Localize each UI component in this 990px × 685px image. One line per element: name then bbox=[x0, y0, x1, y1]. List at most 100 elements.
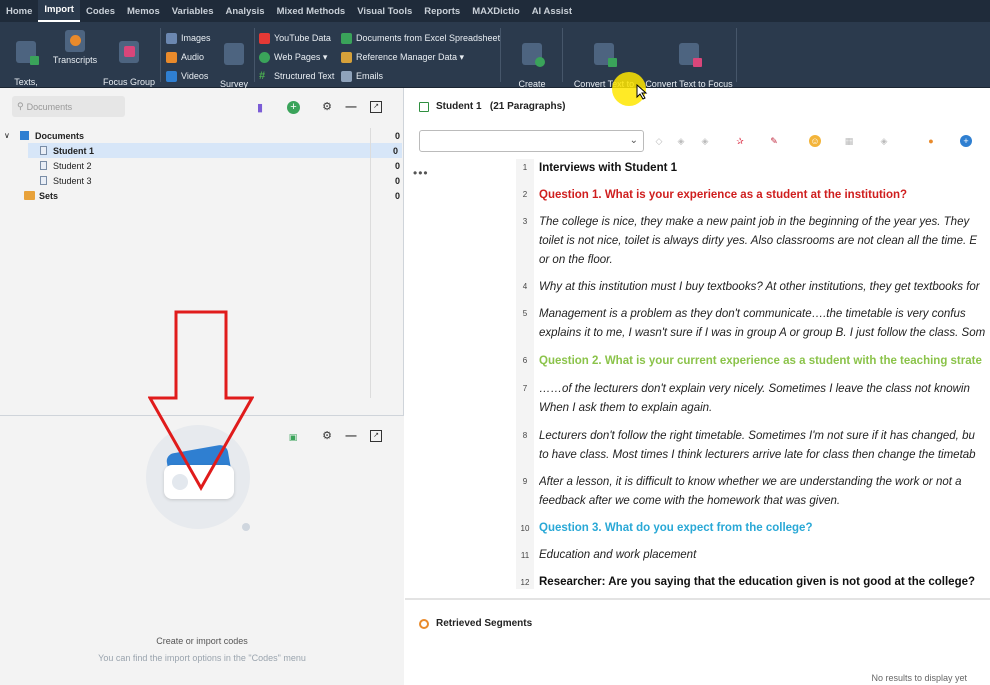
tree-item-student-2[interactable]: Student 2 0 bbox=[0, 158, 404, 173]
paragraph-text[interactable]: When I ask them to explain again. bbox=[539, 399, 990, 418]
code-tool-icon[interactable]: ◈ bbox=[699, 135, 711, 147]
paragraph-text[interactable]: Education and work placement bbox=[539, 546, 990, 565]
paragraph-number: 4 bbox=[522, 282, 528, 291]
paragraph-text[interactable]: Researcher: Are you saying that the educ… bbox=[539, 573, 990, 592]
import-transcripts-label: Transcripts bbox=[52, 55, 98, 65]
paragraph-text[interactable]: or on the floor. bbox=[539, 251, 990, 270]
tree-item-student-1[interactable]: Student 1 0 bbox=[28, 143, 402, 158]
minimize-icon[interactable]: — bbox=[345, 430, 357, 442]
divider bbox=[370, 128, 371, 398]
code-selector-dropdown[interactable]: ⌄ bbox=[419, 130, 644, 152]
tab-mixed-methods[interactable]: Mixed Methods bbox=[271, 0, 352, 22]
import-web-pages-button[interactable]: Web Pages ▾ bbox=[259, 48, 327, 66]
paragraph-number: 8 bbox=[522, 431, 528, 440]
add-memo-icon[interactable]: + bbox=[960, 135, 972, 147]
code-tool-icon[interactable]: ◈ bbox=[675, 135, 687, 147]
paragraph-number: 10 bbox=[520, 524, 530, 533]
import-audio-button[interactable]: Audio bbox=[166, 48, 204, 66]
highlight-code-icon[interactable]: ✰ bbox=[734, 135, 746, 147]
paragraph-text[interactable]: The college is nice, they make a new pai… bbox=[539, 213, 990, 232]
paragraph-text[interactable]: ……of the lecturers don't explain very ni… bbox=[539, 380, 990, 399]
excel-label: Documents from Excel Spreadsheet bbox=[356, 33, 501, 43]
transcripts-icon bbox=[65, 30, 85, 52]
ribbon-separator bbox=[500, 28, 501, 82]
paragraph-text[interactable]: Question 3. What do you expect from the … bbox=[539, 519, 990, 538]
tree-root-sets[interactable]: Sets 0 bbox=[0, 188, 404, 203]
tab-maxdictio[interactable]: MAXDictio bbox=[466, 0, 526, 22]
email-icon bbox=[341, 70, 352, 82]
sets-label: Sets bbox=[39, 190, 59, 201]
reference-manager-icon bbox=[341, 51, 352, 63]
videos-icon bbox=[166, 70, 177, 82]
paragraph-text[interactable]: Question 2. What is your current experie… bbox=[539, 352, 990, 371]
excel-icon bbox=[341, 32, 352, 44]
undock-icon[interactable]: ↗ bbox=[370, 430, 382, 442]
import-transcripts-button[interactable]: Transcripts bbox=[52, 30, 98, 66]
sets-count: 0 bbox=[394, 190, 400, 201]
tab-analysis[interactable]: Analysis bbox=[219, 0, 270, 22]
globe-icon bbox=[259, 51, 270, 63]
paragraph-text[interactable]: Lecturers don't follow the right timetab… bbox=[539, 427, 990, 446]
table-icon[interactable]: ▦ bbox=[843, 135, 855, 147]
paragraph-text[interactable]: feedback after we come with the homework… bbox=[539, 492, 990, 511]
red-down-arrow-annotation bbox=[148, 310, 254, 492]
diamond-icon[interactable]: ◇ bbox=[653, 135, 665, 147]
ribbon-separator bbox=[562, 28, 563, 82]
import-images-button[interactable]: Images bbox=[166, 29, 211, 47]
tab-import[interactable]: Import bbox=[38, 0, 80, 22]
create-document-icon bbox=[522, 43, 545, 67]
search-icon: ⚲ bbox=[17, 101, 24, 111]
code-tool-icon[interactable]: ◈ bbox=[878, 135, 890, 147]
paragraph-text[interactable]: Question 1. What is your experience as a… bbox=[539, 186, 990, 205]
tab-visual-tools[interactable]: Visual Tools bbox=[351, 0, 418, 22]
undock-icon[interactable]: ↗ bbox=[370, 101, 382, 113]
paragraph-text[interactable]: to have class. Most times I think lectur… bbox=[539, 446, 990, 465]
tab-ai-assist[interactable]: AI Assist bbox=[526, 0, 578, 22]
tab-memos[interactable]: Memos bbox=[121, 0, 166, 22]
tree-root-documents[interactable]: ∨ Documents 0 bbox=[0, 128, 404, 143]
import-reference-manager-button[interactable]: Reference Manager Data ▾ bbox=[341, 48, 464, 66]
document-title-text: Student 1 (21 Paragraphs) bbox=[436, 101, 566, 112]
import-emails-button[interactable]: Emails bbox=[341, 67, 383, 85]
audio-label: Audio bbox=[181, 52, 205, 62]
import-excel-button[interactable]: Documents from Excel Spreadsheet bbox=[341, 29, 500, 47]
import-videos-button[interactable]: Videos bbox=[166, 67, 208, 85]
paragraph-text[interactable]: explains it to me, I wasn't sure if I wa… bbox=[539, 324, 990, 343]
paragraph-number: 7 bbox=[522, 384, 528, 393]
reference-manager-label: Reference Manager Data ▾ bbox=[356, 51, 465, 62]
empty-codes-subtitle: You can find the import options in the "… bbox=[98, 653, 306, 663]
color-pen-icon[interactable]: ✎ bbox=[768, 135, 780, 147]
document-label: Student 2 bbox=[53, 160, 92, 171]
tab-home[interactable]: Home bbox=[0, 0, 38, 22]
tab-reports[interactable]: Reports bbox=[418, 0, 466, 22]
more-options-icon[interactable]: ••• bbox=[413, 166, 429, 180]
paragraph-text[interactable]: After a lesson, it is difficult to know … bbox=[539, 473, 990, 492]
memo-icon[interactable]: ● bbox=[925, 135, 937, 147]
emoticon-icon[interactable]: ☺ bbox=[809, 135, 821, 147]
edit-document-icon[interactable] bbox=[419, 101, 429, 112]
retrieved-segments-icon bbox=[419, 618, 429, 629]
tree-item-student-3[interactable]: Student 3 0 bbox=[0, 173, 404, 188]
chevron-down-icon: ∨ bbox=[4, 131, 10, 140]
minimize-icon[interactable]: — bbox=[345, 101, 357, 113]
document-icon bbox=[40, 161, 47, 170]
import-youtube-button[interactable]: YouTube Data bbox=[259, 29, 331, 47]
add-icon[interactable]: + bbox=[287, 101, 300, 114]
paragraph-text[interactable]: Interviews with Student 1 bbox=[539, 159, 990, 178]
audio-icon bbox=[166, 51, 177, 63]
paragraph-text[interactable]: Why at this institution must I buy textb… bbox=[539, 278, 990, 297]
paragraph-text[interactable]: toilet is not nice, toilet is always dir… bbox=[539, 232, 990, 251]
import-structured-text-button[interactable]: # Structured Text bbox=[259, 67, 334, 85]
paragraph-number: 6 bbox=[522, 356, 528, 365]
no-results-text: No results to display yet bbox=[871, 673, 967, 683]
tab-variables[interactable]: Variables bbox=[166, 0, 220, 22]
document-count: 0 bbox=[392, 145, 398, 156]
web-pages-label: Web Pages ▾ bbox=[274, 51, 328, 62]
tab-codes[interactable]: Codes bbox=[80, 0, 121, 22]
paragraph-text[interactable]: Management is a problem as they don't co… bbox=[539, 305, 990, 324]
documents-search-input[interactable]: ⚲ Documents bbox=[12, 96, 125, 117]
gear-icon[interactable]: ⚙ bbox=[321, 101, 333, 113]
gear-icon[interactable]: ⚙ bbox=[321, 430, 333, 442]
code-import-icon[interactable]: ▣ bbox=[287, 431, 299, 443]
new-document-icon[interactable]: ▮ bbox=[254, 102, 266, 114]
